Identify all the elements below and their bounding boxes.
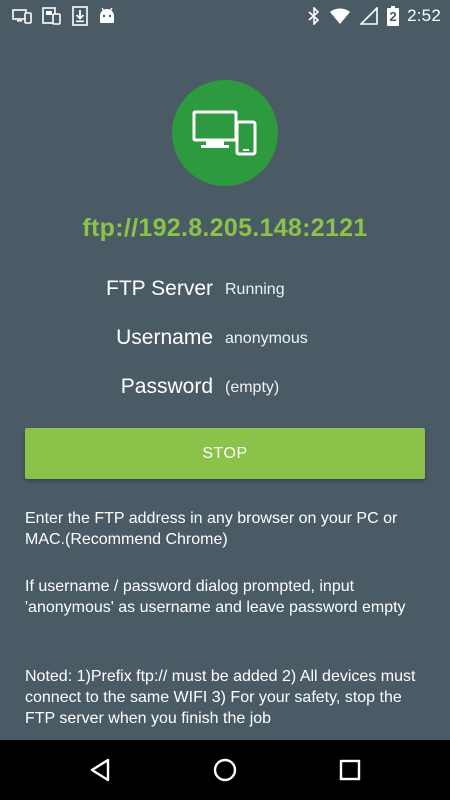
app-screen: 2 2:52 ftp://192.8.205.148:2121 FTP Serv… xyxy=(0,0,450,800)
status-bar: 2 2:52 xyxy=(0,0,450,31)
server-status-row: FTP Server Running xyxy=(0,277,450,307)
notes-text: Noted: 1)Prefix ftp:// must be added 2) … xyxy=(25,668,416,727)
password-label: Password xyxy=(120,375,213,398)
device-storage-icon xyxy=(42,6,62,25)
password-value: (empty) xyxy=(225,379,280,396)
back-button[interactable] xyxy=(70,740,130,800)
recents-button[interactable] xyxy=(320,740,380,800)
android-icon xyxy=(98,7,116,25)
recents-square-icon xyxy=(339,759,361,781)
ftp-address: ftp://192.8.205.148:2121 xyxy=(82,214,368,242)
password-row: Password (empty) xyxy=(0,375,450,405)
server-status-label: FTP Server xyxy=(106,277,213,300)
wifi-icon xyxy=(329,8,351,24)
server-status-value: Running xyxy=(225,281,285,298)
battery-level-text: 2 xyxy=(389,8,397,24)
stop-button[interactable]: STOP xyxy=(25,428,425,479)
navigation-bar xyxy=(0,740,450,800)
app-logo xyxy=(172,80,278,186)
bluetooth-icon xyxy=(308,6,320,25)
username-label: Username xyxy=(116,326,213,349)
computer-phone-icon xyxy=(192,110,257,156)
back-triangle-icon xyxy=(90,758,110,782)
battery-icon: 2 xyxy=(387,5,400,26)
status-bar-notifications xyxy=(12,5,126,26)
home-circle-icon xyxy=(213,758,237,782)
download-icon xyxy=(72,5,88,26)
screen-mirror-icon xyxy=(12,8,32,24)
login-hint-text: If username / password dialog prompted, … xyxy=(25,578,406,616)
username-value: anonymous xyxy=(225,330,308,347)
browser-instruction-text: Enter the FTP address in any browser on … xyxy=(25,510,398,548)
cell-signal-icon xyxy=(360,6,378,25)
home-button[interactable] xyxy=(195,740,255,800)
status-clock: 2:52 xyxy=(407,5,441,25)
username-row: Username anonymous xyxy=(0,326,450,356)
status-bar-system: 2 2:52 xyxy=(299,5,441,26)
